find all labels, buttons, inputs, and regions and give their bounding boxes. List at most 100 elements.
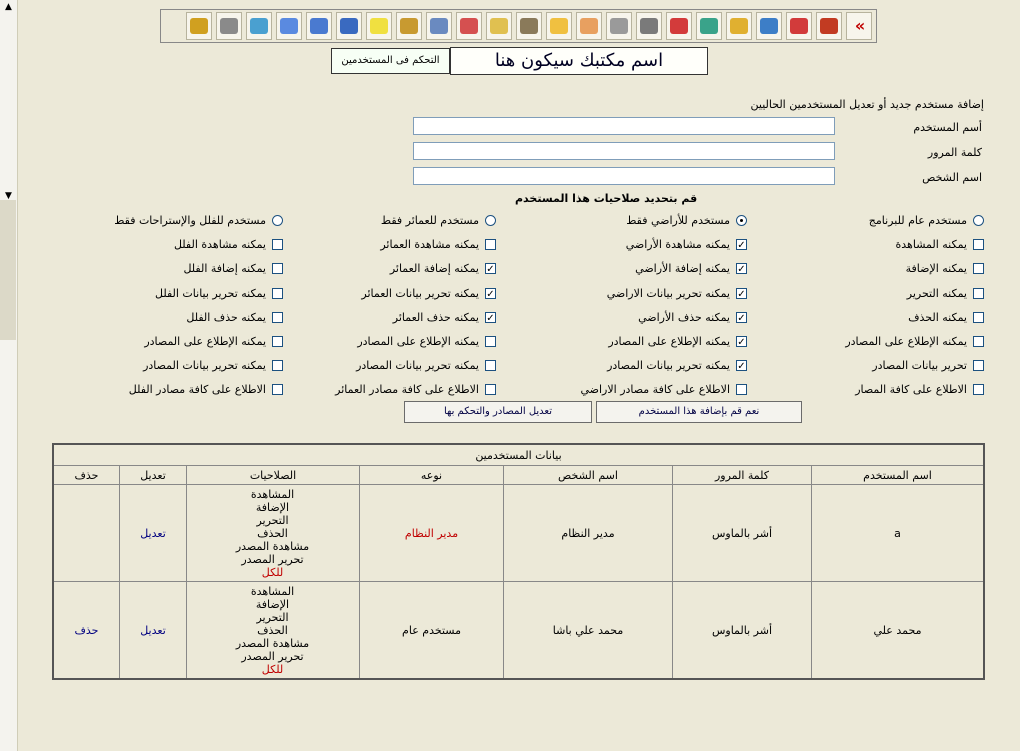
user-type-radio-3[interactable]: مستخدم للعمائر فقط bbox=[381, 212, 496, 228]
document-arrow-icon[interactable] bbox=[396, 12, 422, 40]
permission-checkbox-3-4[interactable]: ✓ يمكنه حذف العمائر bbox=[393, 309, 496, 325]
user-control-button[interactable]: التحكم فى المستخدمين bbox=[331, 48, 450, 74]
radio-circle[interactable] bbox=[485, 214, 496, 226]
document-edit-icon[interactable] bbox=[576, 12, 602, 40]
user-type-radio-1[interactable]: مستخدم عام للبرنامج bbox=[869, 212, 984, 228]
sticky-note-icon[interactable] bbox=[366, 12, 392, 40]
save-alt-icon[interactable] bbox=[306, 12, 332, 40]
checkbox-empty-icon[interactable] bbox=[736, 383, 747, 395]
permission-checkbox-3-3[interactable]: ✓ يمكنه تحرير بيانات العمائر bbox=[361, 285, 496, 301]
permission-checkbox-2-2[interactable]: ✓ يمكنه إضافة الأراضي bbox=[635, 260, 747, 276]
checkbox-empty-icon[interactable] bbox=[973, 359, 984, 371]
checkbox-empty-icon[interactable] bbox=[485, 383, 496, 395]
checkbox-empty-icon[interactable] bbox=[973, 383, 984, 395]
permission-checkbox-4-3[interactable]: يمكنه تحرير بيانات الفلل bbox=[155, 285, 283, 301]
permission-checkbox-2-6[interactable]: ✓ يمكنه تحرير بيانات المصادر bbox=[607, 357, 747, 373]
lock-icon[interactable] bbox=[186, 12, 212, 40]
checkbox-checked-icon[interactable]: ✓ bbox=[485, 262, 496, 275]
drive-icon[interactable] bbox=[606, 12, 632, 40]
radio-circle[interactable] bbox=[973, 214, 984, 226]
checkbox-empty-icon[interactable] bbox=[973, 311, 984, 323]
permission-checkbox-3-2[interactable]: ✓ يمكنه إضافة العمائر bbox=[390, 260, 496, 276]
checkbox-empty-icon[interactable] bbox=[485, 335, 496, 347]
permission-checkbox-1-3[interactable]: يمكنه التحرير bbox=[907, 285, 984, 301]
checkbox-empty-icon[interactable] bbox=[272, 262, 283, 274]
scrollbar-track[interactable] bbox=[0, 200, 16, 340]
permission-checkbox-1-1[interactable]: يمكنه المشاهدة bbox=[896, 236, 984, 252]
left-scrollbar[interactable]: ▲ ▼ bbox=[0, 0, 18, 751]
permission-checkbox-2-3[interactable]: ✓ يمكنه تحرير بيانات الاراضي bbox=[607, 285, 747, 301]
permission-checkbox-1-4[interactable]: يمكنه الحذف bbox=[908, 309, 984, 325]
folder-red-icon[interactable] bbox=[786, 12, 812, 40]
network-icon[interactable] bbox=[246, 12, 272, 40]
permission-checkbox-1-6[interactable]: تحرير بيانات المصادر bbox=[872, 357, 984, 373]
permission-checkbox-4-7[interactable]: الاطلاع على كافة مصادر الفلل bbox=[129, 381, 283, 397]
folder-blue-icon[interactable] bbox=[756, 12, 782, 40]
checkbox-empty-icon[interactable] bbox=[272, 287, 283, 299]
checkbox-empty-icon[interactable] bbox=[973, 262, 984, 274]
checkbox-empty-icon[interactable] bbox=[272, 359, 283, 371]
permission-checkbox-2-5[interactable]: ✓ يمكنه الإطلاع على المصادر bbox=[608, 333, 747, 349]
checkbox-empty-icon[interactable] bbox=[485, 238, 496, 250]
home-icon[interactable] bbox=[816, 12, 842, 40]
permission-checkbox-2-7[interactable]: الاطلاع على كافة مصادر الاراضي bbox=[580, 381, 747, 397]
users-icon[interactable] bbox=[426, 12, 452, 40]
checkbox-checked-icon[interactable]: ✓ bbox=[485, 311, 496, 324]
permission-checkbox-2-1[interactable]: ✓ يمكنه مشاهدة الأراضي bbox=[626, 236, 747, 252]
permission-checkbox-3-6[interactable]: يمكنه تحرير بيانات المصادر bbox=[356, 357, 496, 373]
checkbox-checked-icon[interactable]: ✓ bbox=[736, 262, 747, 275]
user-type-radio-4[interactable]: مستخدم للفلل والإستراحات فقط bbox=[114, 212, 283, 228]
checkbox-empty-icon[interactable] bbox=[973, 287, 984, 299]
radio-circle[interactable] bbox=[736, 214, 747, 226]
nav-chevrons-icon[interactable]: « bbox=[846, 12, 872, 40]
clipboard-icon[interactable] bbox=[486, 12, 512, 40]
checkbox-checked-icon[interactable]: ✓ bbox=[736, 238, 747, 251]
scroll-up-arrow-icon[interactable]: ▲ bbox=[2, 1, 15, 13]
permission-checkbox-3-1[interactable]: يمكنه مشاهدة العمائر bbox=[380, 236, 496, 252]
checkbox-empty-icon[interactable] bbox=[485, 359, 496, 371]
edit-sources-button[interactable]: تعديل المصادر والتحكم بها bbox=[404, 401, 592, 423]
checkbox-empty-icon[interactable] bbox=[973, 238, 984, 250]
edit-link[interactable]: تعديل bbox=[119, 484, 187, 582]
permission-checkbox-3-7[interactable]: الاطلاع على كافة مصادر العمائر bbox=[335, 381, 496, 397]
folder-green-icon[interactable] bbox=[696, 12, 722, 40]
permission-checkbox-4-4[interactable]: يمكنه حذف الفلل bbox=[186, 309, 283, 325]
tools-icon[interactable] bbox=[516, 12, 542, 40]
checkbox-empty-icon[interactable] bbox=[272, 335, 283, 347]
permission-checkbox-3-5[interactable]: يمكنه الإطلاع على المصادر bbox=[357, 333, 496, 349]
checkbox-checked-icon[interactable]: ✓ bbox=[736, 311, 747, 324]
notepad-icon[interactable] bbox=[456, 12, 482, 40]
weather-icon[interactable] bbox=[546, 12, 572, 40]
checkbox-empty-icon[interactable] bbox=[272, 238, 283, 250]
checkbox-checked-icon[interactable]: ✓ bbox=[736, 335, 747, 348]
permission-checkbox-4-5[interactable]: يمكنه الإطلاع على المصادر bbox=[144, 333, 283, 349]
checkbox-checked-icon[interactable]: ✓ bbox=[736, 359, 747, 372]
password-input[interactable] bbox=[413, 142, 835, 160]
boxes-icon[interactable] bbox=[666, 12, 692, 40]
checkbox-empty-icon[interactable] bbox=[272, 383, 283, 395]
person-name-input[interactable] bbox=[413, 167, 835, 185]
scroll-down-arrow-icon[interactable]: ▼ bbox=[2, 190, 15, 202]
edit-link[interactable]: تعديل bbox=[119, 581, 187, 680]
user-type-radio-2[interactable]: مستخدم للأراضي فقط bbox=[626, 212, 747, 228]
add-user-button[interactable]: نعم قم بإضافة هذا المستخدم bbox=[596, 401, 802, 423]
delete-link[interactable]: حذف bbox=[52, 581, 120, 680]
permission-checkbox-2-4[interactable]: ✓ يمكنه حذف الأراضي bbox=[638, 309, 747, 325]
save-icon[interactable] bbox=[336, 12, 362, 40]
permission-checkbox-1-5[interactable]: يمكنه الإطلاع على المصادر bbox=[845, 333, 984, 349]
printer-icon[interactable] bbox=[216, 12, 242, 40]
permission-checkbox-1-7[interactable]: الاطلاع على كافة المصار bbox=[855, 381, 984, 397]
permission-checkbox-4-2[interactable]: يمكنه إضافة الفلل bbox=[183, 260, 283, 276]
radio-circle[interactable] bbox=[272, 214, 283, 226]
permission-checkbox-1-2[interactable]: يمكنه الإضافة bbox=[906, 260, 984, 276]
permission-checkbox-4-1[interactable]: يمكنه مشاهدة الفلل bbox=[174, 236, 283, 252]
username-input[interactable] bbox=[413, 117, 835, 135]
checkbox-empty-icon[interactable] bbox=[272, 311, 283, 323]
globe-icon[interactable] bbox=[276, 12, 302, 40]
checkbox-checked-icon[interactable]: ✓ bbox=[485, 287, 496, 300]
checkbox-empty-icon[interactable] bbox=[973, 335, 984, 347]
folder-open-icon[interactable] bbox=[726, 12, 752, 40]
drive-in-icon[interactable] bbox=[636, 12, 662, 40]
permission-checkbox-4-6[interactable]: يمكنه تحرير بيانات المصادر bbox=[143, 357, 283, 373]
checkbox-checked-icon[interactable]: ✓ bbox=[736, 287, 747, 300]
